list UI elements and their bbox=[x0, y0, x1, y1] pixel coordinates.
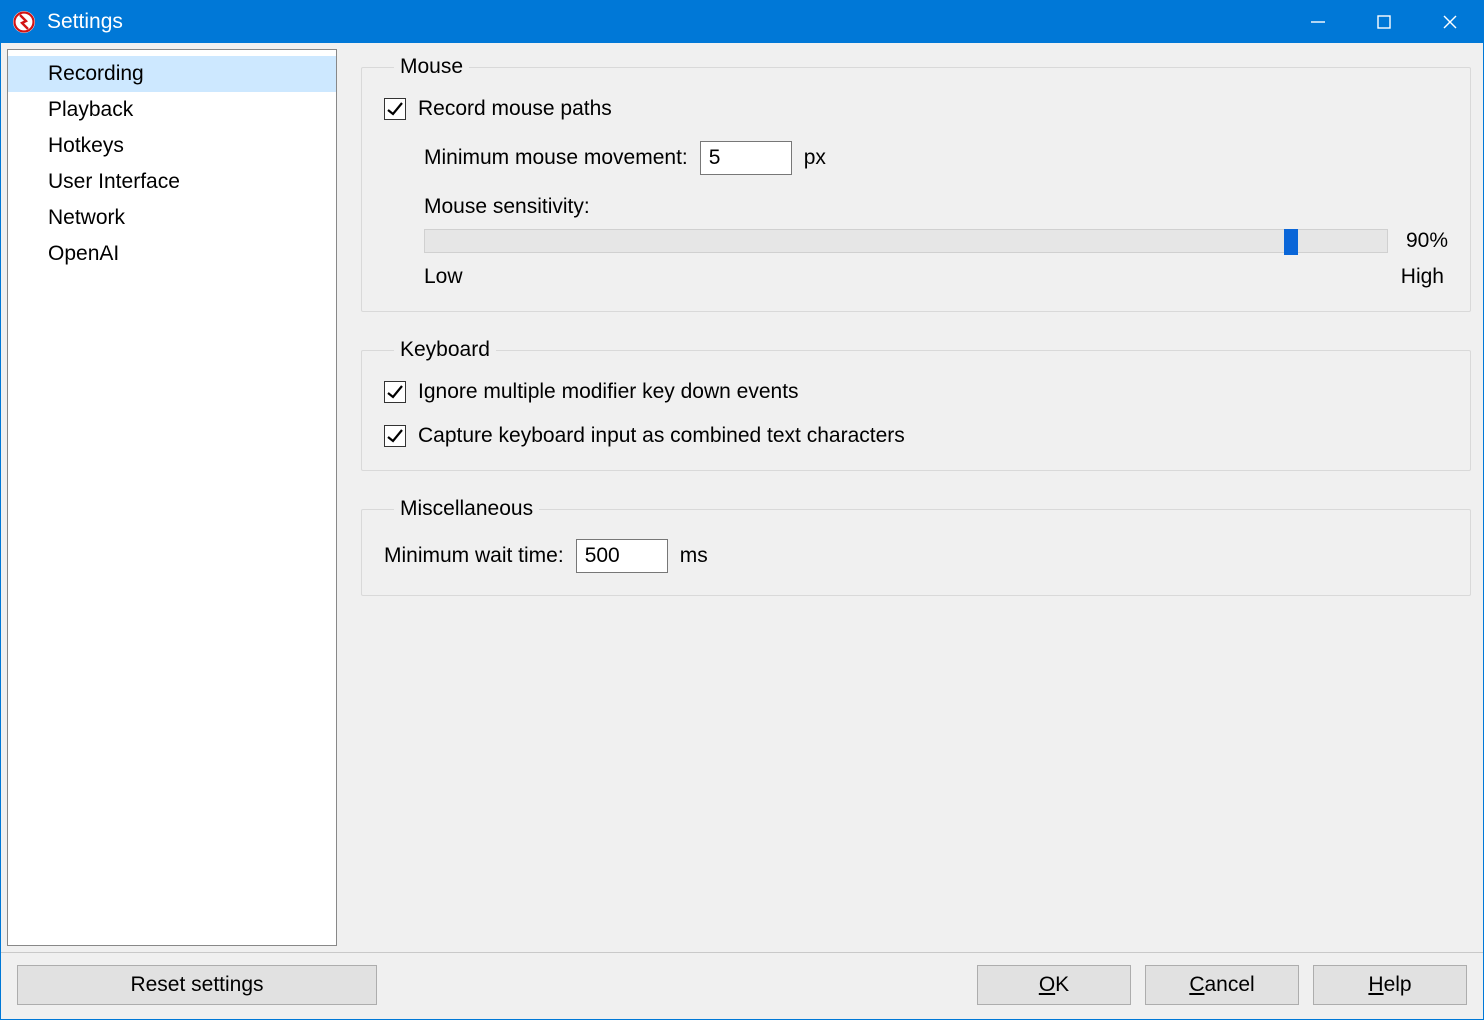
sidebar-item-label: Recording bbox=[48, 62, 144, 85]
app-icon bbox=[11, 9, 37, 35]
group-misc: Miscellaneous Minimum wait time: ms bbox=[361, 497, 1471, 596]
group-mouse-legend: Mouse bbox=[394, 55, 469, 79]
help-button[interactable]: Help bbox=[1313, 965, 1467, 1005]
group-keyboard: Keyboard Ignore multiple modifier key do… bbox=[361, 338, 1471, 471]
sidebar-item-label: Playback bbox=[48, 98, 133, 121]
sidebar-item-openai[interactable]: OpenAI bbox=[8, 236, 336, 272]
minimize-button[interactable] bbox=[1285, 1, 1351, 43]
record-mouse-paths-row: Record mouse paths bbox=[384, 97, 1448, 121]
mouse-sensitivity-thumb[interactable] bbox=[1284, 229, 1298, 255]
min-mouse-move-input[interactable] bbox=[700, 141, 792, 175]
close-button[interactable] bbox=[1417, 1, 1483, 43]
footer: Reset settings OK Cancel Help bbox=[1, 952, 1483, 1019]
min-mouse-move-unit: px bbox=[804, 146, 826, 170]
settings-content: Mouse Record mouse paths Minimum mouse m… bbox=[361, 49, 1477, 946]
combined-text-checkbox[interactable] bbox=[384, 425, 406, 447]
sidebar-item-label: User Interface bbox=[48, 170, 180, 193]
mouse-sensitivity-value: 90% bbox=[1406, 229, 1448, 253]
record-mouse-paths-label: Record mouse paths bbox=[418, 97, 612, 121]
group-mouse: Mouse Record mouse paths Minimum mouse m… bbox=[361, 55, 1471, 312]
settings-window: Settings Recording Playback Hotkeys User… bbox=[0, 0, 1484, 1020]
cancel-button[interactable]: Cancel bbox=[1145, 965, 1299, 1005]
reset-settings-button[interactable]: Reset settings bbox=[17, 965, 377, 1005]
min-mouse-move-row: Minimum mouse movement: px bbox=[424, 141, 1448, 175]
sidebar-item-network[interactable]: Network bbox=[8, 200, 336, 236]
group-keyboard-legend: Keyboard bbox=[394, 338, 496, 362]
body: Recording Playback Hotkeys User Interfac… bbox=[1, 43, 1483, 952]
settings-sidebar: Recording Playback Hotkeys User Interfac… bbox=[7, 49, 337, 946]
maximize-button[interactable] bbox=[1351, 1, 1417, 43]
sidebar-item-hotkeys[interactable]: Hotkeys bbox=[8, 128, 336, 164]
reset-settings-label: Reset settings bbox=[130, 973, 263, 997]
sidebar-item-user-interface[interactable]: User Interface bbox=[8, 164, 336, 200]
ok-button[interactable]: OK bbox=[977, 965, 1131, 1005]
mouse-sensitivity-block: Mouse sensitivity: 90% Low High bbox=[424, 195, 1448, 289]
mouse-sensitivity-slider[interactable] bbox=[424, 229, 1388, 253]
titlebar: Settings bbox=[1, 1, 1483, 43]
min-wait-label: Minimum wait time: bbox=[384, 544, 564, 568]
min-wait-input[interactable] bbox=[576, 539, 668, 573]
sidebar-item-label: Network bbox=[48, 206, 125, 229]
ignore-modifier-label: Ignore multiple modifier key down events bbox=[418, 380, 799, 404]
ignore-modifier-checkbox[interactable] bbox=[384, 381, 406, 403]
min-wait-unit: ms bbox=[680, 544, 708, 568]
record-mouse-paths-checkbox[interactable] bbox=[384, 98, 406, 120]
min-mouse-move-label: Minimum mouse movement: bbox=[424, 146, 688, 170]
window-title: Settings bbox=[47, 10, 123, 34]
combined-text-row: Capture keyboard input as combined text … bbox=[384, 424, 1448, 448]
group-misc-legend: Miscellaneous bbox=[394, 497, 539, 521]
mouse-sensitivity-label: Mouse sensitivity: bbox=[424, 195, 1448, 219]
sidebar-item-label: Hotkeys bbox=[48, 134, 124, 157]
combined-text-label: Capture keyboard input as combined text … bbox=[418, 424, 905, 448]
ignore-modifier-row: Ignore multiple modifier key down events bbox=[384, 380, 1448, 404]
sidebar-item-playback[interactable]: Playback bbox=[8, 92, 336, 128]
min-wait-row: Minimum wait time: ms bbox=[384, 539, 1448, 573]
sidebar-item-label: OpenAI bbox=[48, 242, 119, 265]
sidebar-item-recording[interactable]: Recording bbox=[8, 56, 336, 92]
mouse-sensitivity-low: Low bbox=[424, 265, 463, 289]
mouse-sensitivity-high: High bbox=[1401, 265, 1444, 289]
